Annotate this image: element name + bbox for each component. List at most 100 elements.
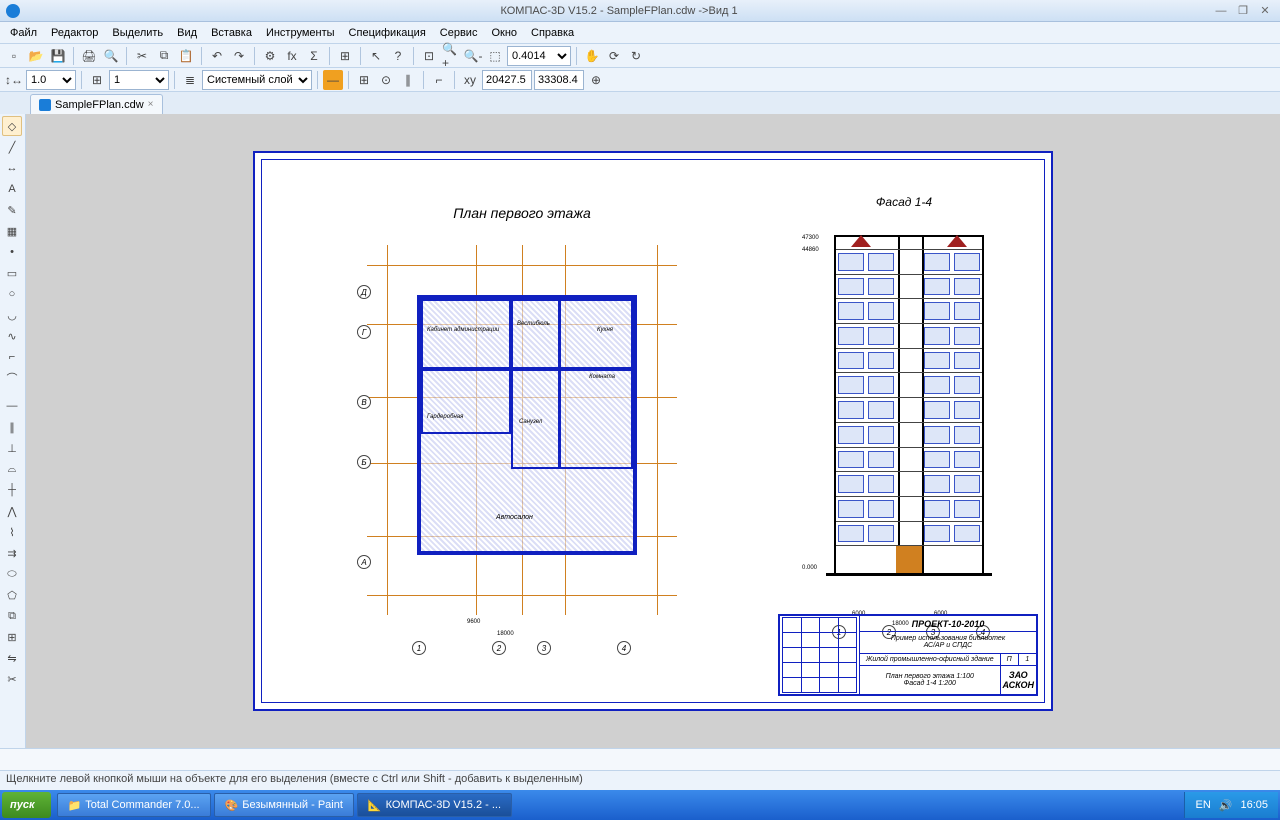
new-icon[interactable]: ▫ bbox=[4, 46, 24, 66]
taskbar-item-active[interactable]: 📐КОМПАС-3D V15.2 - ... bbox=[357, 793, 512, 817]
layer-combo[interactable]: Системный слой (0) bbox=[202, 70, 312, 90]
elev-mark: 0.000 bbox=[802, 565, 817, 571]
grid-icon[interactable]: ⊞ bbox=[354, 70, 374, 90]
save-icon[interactable]: 💾 bbox=[48, 46, 68, 66]
drawing-canvas[interactable]: План первого этажа Д Г В Б А bbox=[26, 114, 1280, 748]
tool-polygon-icon[interactable]: ⬠ bbox=[2, 585, 22, 605]
room-label: Вестибюль bbox=[517, 321, 550, 327]
properties-icon[interactable]: ⚙ bbox=[260, 46, 280, 66]
cut-icon[interactable]: ✂ bbox=[132, 46, 152, 66]
print-icon[interactable]: 🖨 bbox=[79, 46, 99, 66]
menu-file[interactable]: Файл bbox=[4, 25, 43, 41]
tool-ellipse-icon[interactable]: ⬭ bbox=[2, 564, 22, 584]
document-tab[interactable]: SampleFPlan.cdw × bbox=[30, 94, 163, 114]
maximize-button[interactable]: ❐ bbox=[1234, 4, 1252, 18]
layers-icon[interactable]: ≣ bbox=[180, 70, 200, 90]
tool-tangent-icon[interactable]: ⌓ bbox=[2, 459, 22, 479]
tool-parallel-icon[interactable]: ∥ bbox=[2, 417, 22, 437]
preview-icon[interactable]: 🔍 bbox=[101, 46, 121, 66]
redo-icon[interactable]: ↷ bbox=[229, 46, 249, 66]
menu-edit[interactable]: Редактор bbox=[45, 25, 104, 41]
snap-icon[interactable]: ⊞ bbox=[335, 46, 355, 66]
menu-select[interactable]: Выделить bbox=[106, 25, 169, 41]
pan-icon[interactable]: ✋ bbox=[582, 46, 602, 66]
tool-bisector-icon[interactable]: ⋀ bbox=[2, 501, 22, 521]
help-cursor-icon[interactable]: ? bbox=[388, 46, 408, 66]
room-label: Кухня bbox=[597, 327, 613, 333]
zoom-fit-icon[interactable]: ⊡ bbox=[419, 46, 439, 66]
tool-spline-icon[interactable]: ∿ bbox=[2, 326, 22, 346]
ortho-icon[interactable]: ↕↔ bbox=[4, 70, 24, 90]
tool-trim-icon[interactable]: ✂ bbox=[2, 669, 22, 689]
status-text: Щелкните левой кнопкой мыши на объекте д… bbox=[6, 773, 583, 785]
tool-line-icon[interactable]: ╱ bbox=[2, 137, 22, 157]
zoom-in-icon[interactable]: 🔍+ bbox=[441, 46, 461, 66]
fx-icon[interactable]: fx bbox=[282, 46, 302, 66]
start-button[interactable]: пуск bbox=[2, 792, 51, 818]
minimize-button[interactable]: — bbox=[1212, 4, 1230, 18]
tool-edit-icon[interactable]: ✎ bbox=[2, 200, 22, 220]
tool-mirror-icon[interactable]: ⇋ bbox=[2, 648, 22, 668]
copy-icon[interactable]: ⧉ bbox=[154, 46, 174, 66]
zoom-out-icon[interactable]: 🔍- bbox=[463, 46, 483, 66]
tool-copy-icon[interactable]: ⧉ bbox=[2, 606, 22, 626]
tray-volume-icon[interactable]: 🔊 bbox=[1219, 799, 1233, 812]
cursor-icon[interactable]: ↖ bbox=[366, 46, 386, 66]
menu-spec[interactable]: Спецификация bbox=[343, 25, 432, 41]
windows-taskbar: пуск 📁Total Commander 7.0... 🎨Безымянный… bbox=[0, 790, 1280, 820]
menu-tools[interactable]: Инструменты bbox=[260, 25, 341, 41]
osnap-icon[interactable]: ⊙ bbox=[376, 70, 396, 90]
snap-step-icon[interactable]: ⊞ bbox=[87, 70, 107, 90]
tool-arc-icon[interactable]: ◡ bbox=[2, 305, 22, 325]
tool-hatch-icon[interactable]: ▦ bbox=[2, 221, 22, 241]
axis-bubble: В bbox=[357, 395, 371, 409]
close-button[interactable]: ✕ bbox=[1256, 4, 1274, 18]
open-icon[interactable]: 📂 bbox=[26, 46, 46, 66]
plan-title: План первого этажа bbox=[357, 205, 687, 221]
menu-window[interactable]: Окно bbox=[485, 25, 523, 41]
tool-fillet-icon[interactable]: ⌒ bbox=[2, 368, 22, 388]
tool-rect-icon[interactable]: ▭ bbox=[2, 263, 22, 283]
system-tray[interactable]: EN 🔊 16:05 bbox=[1184, 792, 1278, 818]
line-scale-combo[interactable]: 1.0 bbox=[26, 70, 76, 90]
paste-icon[interactable]: 📋 bbox=[176, 46, 196, 66]
window-title: КОМПАС-3D V15.2 - SampleFPlan.cdw ->Вид … bbox=[26, 5, 1212, 17]
tool-axis-icon[interactable]: ┼ bbox=[2, 480, 22, 500]
tool-perpendicular-icon[interactable]: ⊥ bbox=[2, 438, 22, 458]
undo-icon[interactable]: ↶ bbox=[207, 46, 227, 66]
menu-view[interactable]: Вид bbox=[171, 25, 203, 41]
line-style-icon[interactable]: — bbox=[323, 70, 343, 90]
tool-polyline-icon[interactable]: ⌇ bbox=[2, 522, 22, 542]
tool-chamfer-icon[interactable]: ⌐ bbox=[2, 347, 22, 367]
menu-service[interactable]: Сервис bbox=[434, 25, 484, 41]
taskbar-item[interactable]: 📁Total Commander 7.0... bbox=[57, 793, 211, 817]
refresh-icon[interactable]: ↻ bbox=[626, 46, 646, 66]
variables-icon[interactable]: Σ bbox=[304, 46, 324, 66]
tool-offset-icon[interactable]: ⇉ bbox=[2, 543, 22, 563]
tool-dim-icon[interactable]: ↔ bbox=[2, 158, 22, 178]
tool-array-icon[interactable]: ⊞ bbox=[2, 627, 22, 647]
tool-circle-icon[interactable]: ○ bbox=[2, 284, 22, 304]
local-cs-icon[interactable]: ⌐ bbox=[429, 70, 449, 90]
tool-point-icon[interactable]: • bbox=[2, 242, 22, 262]
tool-segment-icon[interactable]: — bbox=[2, 396, 22, 416]
coord-x-input[interactable] bbox=[482, 70, 532, 90]
rotate-icon[interactable]: ⟳ bbox=[604, 46, 624, 66]
tool-text-icon[interactable]: A bbox=[2, 179, 22, 199]
dim-text: 9600 bbox=[467, 619, 480, 625]
step-combo[interactable]: 1 bbox=[109, 70, 169, 90]
coord-lock-icon[interactable]: ⊕ bbox=[586, 70, 606, 90]
xy-icon[interactable]: xy bbox=[460, 70, 480, 90]
tool-geometry-icon[interactable]: ◇ bbox=[2, 116, 22, 136]
taskbar-item[interactable]: 🎨Безымянный - Paint bbox=[214, 793, 354, 817]
app-icon bbox=[6, 4, 20, 18]
menu-help[interactable]: Справка bbox=[525, 25, 580, 41]
tab-close-icon[interactable]: × bbox=[148, 99, 154, 110]
parametric-icon[interactable]: ∥ bbox=[398, 70, 418, 90]
zoom-window-icon[interactable]: ⬚ bbox=[485, 46, 505, 66]
tab-label: SampleFPlan.cdw bbox=[55, 99, 144, 111]
menu-insert[interactable]: Вставка bbox=[205, 25, 258, 41]
tray-lang[interactable]: EN bbox=[1195, 799, 1210, 811]
coord-y-input[interactable] bbox=[534, 70, 584, 90]
zoom-combo[interactable]: 0.4014 bbox=[507, 46, 571, 66]
